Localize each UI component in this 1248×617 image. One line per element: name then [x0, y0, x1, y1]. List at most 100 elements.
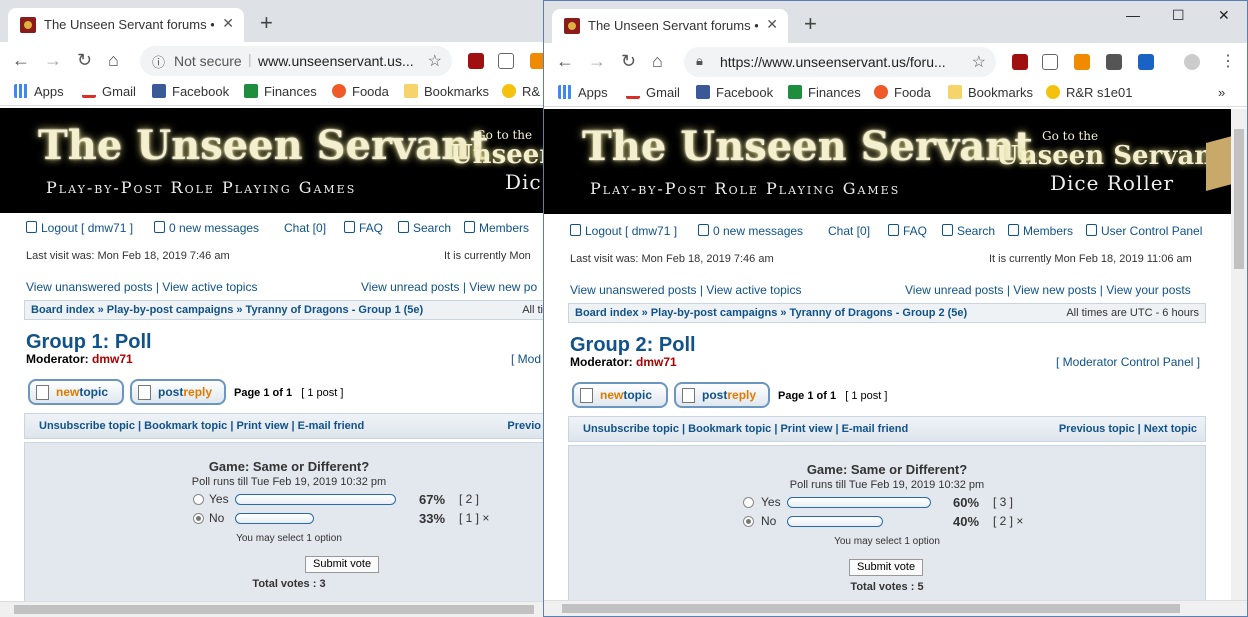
- breadcrumb-links[interactable]: Board index » Play-by-post campaigns » T…: [31, 304, 423, 316]
- bookmark-gmail[interactable]: Gmail: [82, 84, 136, 99]
- ublock-extension-icon[interactable]: [468, 53, 484, 69]
- post-reply-button[interactable]: postreply: [674, 382, 770, 408]
- quick-links-right[interactable]: View unread posts | View new po: [361, 280, 537, 294]
- topic-actions[interactable]: Unsubscribe topic | Bookmark topic | Pri…: [583, 423, 908, 435]
- address-bar[interactable]: 🔒︎ https://www.unseenservant.us/foru... …: [684, 47, 996, 77]
- new-tab-icon[interactable]: +: [260, 10, 273, 36]
- topic-nav[interactable]: Previous topic | Next topic: [1059, 423, 1197, 435]
- bookmark-facebook[interactable]: Facebook: [696, 85, 773, 100]
- topic-nav[interactable]: Previo: [507, 420, 541, 432]
- bookmark-finances[interactable]: Finances: [788, 85, 861, 100]
- reader-extension-icon[interactable]: [1042, 54, 1058, 70]
- radio-no[interactable]: [193, 513, 204, 524]
- site-banner[interactable]: The Unseen Servant Play-by-Post Role Pla…: [0, 108, 545, 213]
- folder-icon: [404, 84, 418, 98]
- horizontal-scrollbar[interactable]: [544, 600, 1247, 616]
- topic-actions-bar: Unsubscribe topic | Bookmark topic | Pri…: [568, 416, 1206, 442]
- new-topic-button[interactable]: newtopic: [28, 379, 124, 405]
- logout-link[interactable]: Logout [ dmw71 ]: [570, 224, 677, 238]
- home-icon[interactable]: ⌂: [108, 50, 119, 71]
- scroll-thumb[interactable]: [562, 604, 1180, 613]
- back-icon[interactable]: ←: [556, 51, 574, 72]
- bookmark-rr[interactable]: R&: [502, 84, 540, 99]
- poll-runs: Poll runs till Tue Feb 19, 2019 10:32 pm: [191, 476, 387, 488]
- faq-label: FAQ: [903, 224, 928, 238]
- forward-icon[interactable]: →: [44, 50, 62, 71]
- submit-vote-button[interactable]: Submit vote: [849, 559, 924, 576]
- window-close-icon[interactable]: ✕: [1218, 7, 1230, 24]
- faq-link[interactable]: FAQ: [344, 221, 383, 235]
- site-banner[interactable]: The Unseen Servant Play-by-Post Role Pla…: [544, 109, 1247, 214]
- document-icon: [580, 388, 593, 403]
- search-link[interactable]: Search: [398, 221, 451, 235]
- radio-yes[interactable]: [743, 497, 754, 508]
- browser-tab[interactable]: The Unseen Servant forums • Vie ✕: [552, 9, 788, 43]
- bookmark-star-icon[interactable]: ☆: [972, 52, 986, 72]
- extension-icon[interactable]: [1106, 54, 1122, 70]
- moderator-name[interactable]: dmw71: [636, 355, 677, 369]
- ucp-link[interactable]: User Control Panel: [1086, 224, 1202, 238]
- logout-label: Logout [ dmw71 ]: [585, 224, 678, 238]
- reader-extension-icon[interactable]: [498, 53, 514, 69]
- reload-icon[interactable]: ↻: [77, 50, 92, 71]
- new-topic-button[interactable]: newtopic: [572, 382, 668, 408]
- bookmark-finances[interactable]: Finances: [244, 84, 317, 99]
- faq-link[interactable]: FAQ: [888, 224, 927, 238]
- vertical-scrollbar[interactable]: [1231, 109, 1247, 600]
- bookmark-fooda[interactable]: Fooda: [874, 85, 931, 100]
- moderator-name[interactable]: dmw71: [92, 352, 133, 366]
- mcp-link[interactable]: [ Mod: [511, 352, 541, 366]
- lock-icon[interactable]: 🔒︎: [696, 53, 703, 69]
- chat-link[interactable]: Chat [0]: [284, 221, 326, 235]
- bookmark-star-icon[interactable]: ☆: [428, 51, 442, 71]
- home-icon[interactable]: ⌂: [652, 51, 663, 72]
- post-reply-button[interactable]: postreply: [130, 379, 226, 405]
- quick-links-left[interactable]: View unanswered posts | View active topi…: [570, 283, 801, 297]
- page-title[interactable]: Group 2: Poll: [570, 334, 696, 357]
- bookmark-folder[interactable]: Bookmarks: [404, 84, 489, 99]
- bookmarks-overflow-icon[interactable]: »: [1218, 85, 1225, 100]
- scroll-thumb[interactable]: [1234, 129, 1244, 269]
- profile-avatar-icon[interactable]: [1184, 54, 1200, 70]
- members-link[interactable]: Members: [464, 221, 529, 235]
- address-bar[interactable]: ⓘ Not secure | www.unseenservant.us... ☆: [140, 46, 452, 76]
- bookmark-rr[interactable]: R&R s1e01: [1046, 85, 1132, 100]
- reload-icon[interactable]: ↻: [621, 51, 636, 72]
- minimize-icon[interactable]: —: [1126, 7, 1140, 23]
- bookmark-apps[interactable]: Apps: [558, 85, 608, 100]
- tab-close-icon[interactable]: ✕: [222, 15, 234, 32]
- back-icon[interactable]: ←: [12, 50, 30, 71]
- bookmark-extension-icon[interactable]: [1138, 54, 1154, 70]
- new-tab-icon[interactable]: +: [804, 11, 817, 37]
- submit-vote-button[interactable]: Submit vote: [305, 556, 380, 573]
- forward-icon[interactable]: →: [588, 51, 606, 72]
- radio-yes[interactable]: [193, 494, 204, 505]
- messages-link[interactable]: 0 new messages: [154, 221, 259, 235]
- radio-no[interactable]: [743, 516, 754, 527]
- page-title[interactable]: Group 1: Poll: [26, 331, 152, 354]
- scroll-thumb[interactable]: [14, 605, 534, 614]
- browser-tab[interactable]: The Unseen Servant forums • Vie ✕: [8, 8, 244, 42]
- info-icon[interactable]: ⓘ: [152, 52, 165, 71]
- bookmark-gmail[interactable]: Gmail: [626, 85, 680, 100]
- members-link[interactable]: Members: [1008, 224, 1073, 238]
- menu-icon[interactable]: ⋮: [1220, 51, 1236, 71]
- topic-actions[interactable]: Unsubscribe topic | Bookmark topic | Pri…: [39, 420, 364, 432]
- mcp-link[interactable]: [ Moderator Control Panel ]: [1056, 355, 1200, 369]
- ublock-extension-icon[interactable]: [1012, 54, 1028, 70]
- search-link[interactable]: Search: [942, 224, 995, 238]
- bookmark-apps[interactable]: Apps: [14, 84, 64, 99]
- logout-link[interactable]: Logout [ dmw71 ]: [26, 221, 133, 235]
- quick-links-right[interactable]: View unread posts | View new posts | Vie…: [905, 283, 1191, 297]
- quick-links-left[interactable]: View unanswered posts | View active topi…: [26, 280, 257, 294]
- tab-close-icon[interactable]: ✕: [766, 16, 778, 33]
- horizontal-scrollbar[interactable]: [0, 601, 545, 617]
- bookmark-facebook[interactable]: Facebook: [152, 84, 229, 99]
- bookmark-folder[interactable]: Bookmarks: [948, 85, 1033, 100]
- amazon-extension-icon[interactable]: [1074, 54, 1090, 70]
- maximize-icon[interactable]: ☐: [1172, 7, 1185, 24]
- messages-link[interactable]: 0 new messages: [698, 224, 803, 238]
- chat-link[interactable]: Chat [0]: [828, 224, 870, 238]
- breadcrumb-links[interactable]: Board index » Play-by-post campaigns » T…: [575, 307, 967, 319]
- bookmark-fooda[interactable]: Fooda: [332, 84, 389, 99]
